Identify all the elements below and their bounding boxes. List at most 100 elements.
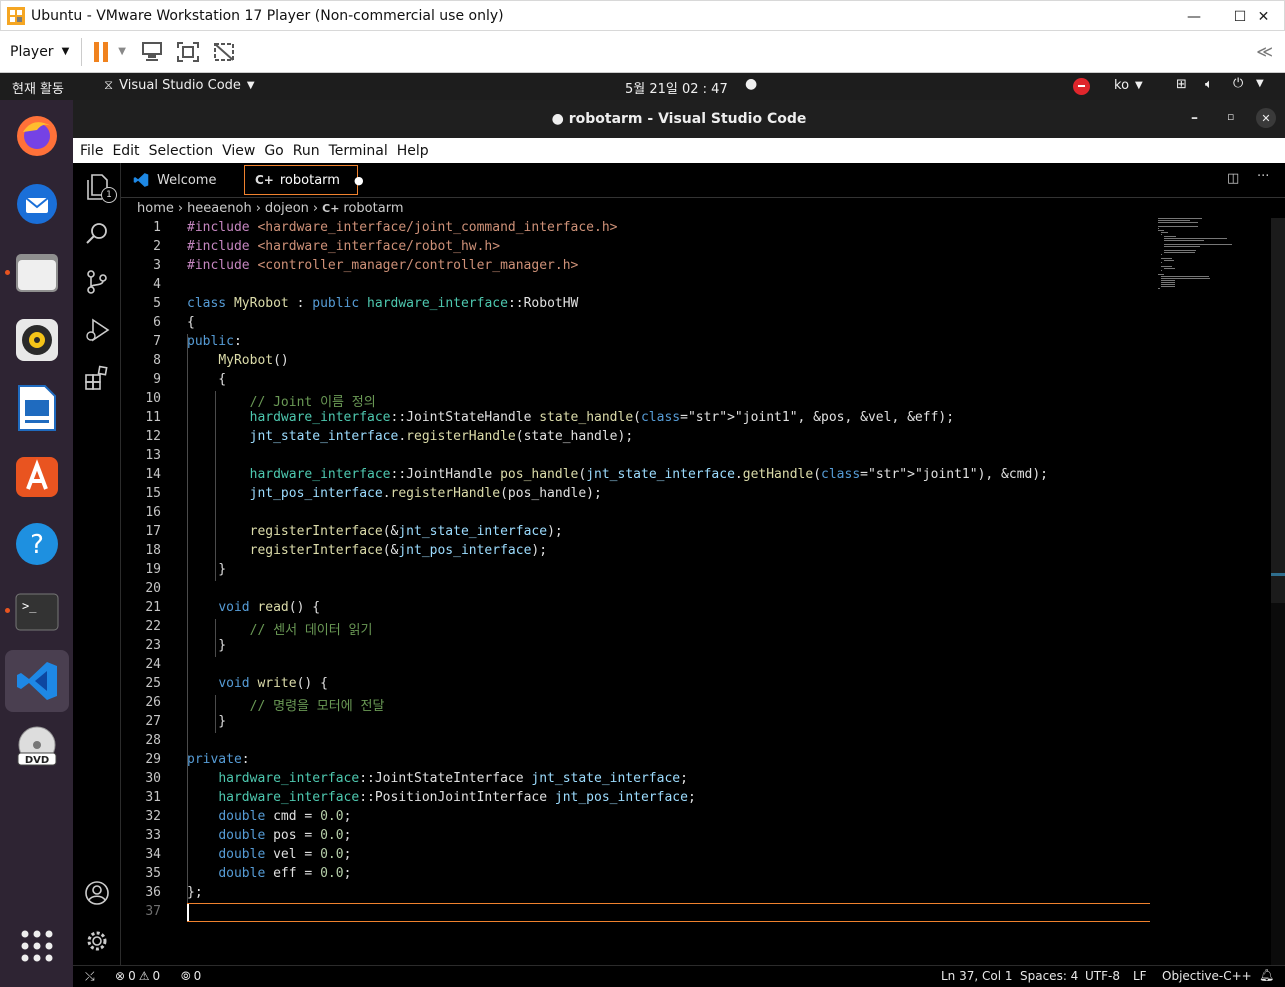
code-line[interactable]: }; bbox=[187, 885, 203, 900]
volume-icon[interactable]: 🔈︎ bbox=[1205, 77, 1213, 92]
vscode-maximize-icon[interactable]: ▫ bbox=[1227, 110, 1234, 123]
menu-help[interactable]: Help bbox=[397, 143, 429, 159]
files-icon[interactable] bbox=[9, 244, 64, 299]
code-line[interactable]: double vel = 0.0; bbox=[187, 847, 351, 862]
vscode-minimize-icon[interactable]: – bbox=[1191, 110, 1198, 126]
manage-gear-icon[interactable] bbox=[83, 927, 111, 955]
run-debug-icon[interactable] bbox=[83, 316, 111, 344]
explorer-icon[interactable]: 1 bbox=[83, 173, 117, 203]
minimap[interactable] bbox=[1158, 218, 1233, 293]
code-line[interactable]: hardware_interface::JointStateInterface … bbox=[187, 771, 688, 786]
notifications-bell-icon[interactable]: 🔔︎ bbox=[1259, 968, 1274, 982]
code-line[interactable]: double cmd = 0.0; bbox=[187, 809, 351, 824]
close-icon[interactable]: ✕ bbox=[1241, 1, 1285, 32]
vscode-close-icon[interactable]: ✕ bbox=[1256, 108, 1276, 128]
menu-selection[interactable]: Selection bbox=[149, 143, 214, 159]
code-line[interactable]: hardware_interface::JointHandle pos_hand… bbox=[187, 467, 1048, 482]
activities-button[interactable]: 현재 활동 bbox=[12, 78, 64, 97]
breadcrumb-dojeon[interactable]: dojeon bbox=[265, 201, 309, 216]
code-line[interactable]: // 명령을 모터에 전달 bbox=[187, 695, 385, 714]
menu-go[interactable]: Go bbox=[264, 143, 283, 159]
more-actions-icon[interactable]: ··· bbox=[1257, 169, 1269, 184]
help-icon[interactable]: ? bbox=[9, 516, 64, 571]
editor-scrollbar[interactable] bbox=[1271, 218, 1285, 965]
show-apps-icon[interactable] bbox=[9, 918, 64, 973]
power-icon[interactable]: ⏻ bbox=[1233, 76, 1243, 91]
encoding[interactable]: UTF-8 bbox=[1085, 969, 1120, 983]
code-line[interactable]: } bbox=[187, 714, 226, 729]
player-menu-button[interactable]: Player ▼ bbox=[10, 44, 69, 60]
language-mode[interactable]: Objective-C++ bbox=[1162, 969, 1252, 983]
minimap-line bbox=[1161, 258, 1172, 259]
tab-robotarm-label: robotarm bbox=[279, 172, 340, 188]
code-line[interactable]: } bbox=[187, 638, 226, 653]
unity-mode-icon[interactable] bbox=[212, 41, 236, 63]
breadcrumb-heeaenoh[interactable]: heeaenoh bbox=[187, 201, 252, 216]
dvd-icon[interactable]: DVD bbox=[9, 720, 64, 775]
cursor-position[interactable]: Ln 37, Col 1 bbox=[941, 969, 1013, 983]
vscode-icon[interactable] bbox=[5, 650, 69, 712]
code-line[interactable]: hardware_interface::JointStateHandle sta… bbox=[187, 410, 954, 425]
split-editor-icon[interactable]: ◫ bbox=[1227, 171, 1239, 186]
minimize-icon[interactable]: — bbox=[1171, 1, 1217, 32]
unsaved-dot-icon[interactable]: ● bbox=[354, 174, 364, 187]
collapse-toolbar-icon[interactable]: ≪ bbox=[1256, 42, 1273, 61]
code-line[interactable]: double pos = 0.0; bbox=[187, 828, 351, 843]
writer-icon[interactable] bbox=[9, 380, 64, 435]
tab-robotarm[interactable]: C+ robotarm ● bbox=[244, 165, 364, 195]
line-number: 34 bbox=[145, 847, 161, 862]
search-icon[interactable] bbox=[83, 220, 111, 248]
indentation[interactable]: Spaces: 4 bbox=[1020, 969, 1078, 983]
indent-guide bbox=[187, 334, 188, 904]
code-line[interactable]: #include <controller_manager/controller_… bbox=[187, 258, 578, 273]
clock[interactable]: 5월 21일 02 : 47 bbox=[625, 78, 728, 97]
source-control-icon[interactable] bbox=[83, 268, 111, 296]
remote-icon[interactable]: ⤯ bbox=[85, 969, 95, 984]
menu-terminal[interactable]: Terminal bbox=[329, 143, 388, 159]
end-of-line[interactable]: LF bbox=[1133, 969, 1147, 983]
code-line[interactable]: } bbox=[187, 562, 226, 577]
thunderbird-icon[interactable] bbox=[9, 176, 64, 231]
code-line[interactable]: void read() { bbox=[187, 600, 320, 615]
menu-view[interactable]: View bbox=[222, 143, 255, 159]
code-line[interactable]: void write() { bbox=[187, 676, 328, 691]
app-center-icon[interactable] bbox=[9, 448, 64, 503]
pause-button[interactable]: ▼ bbox=[92, 41, 126, 63]
breadcrumb-home[interactable]: home bbox=[137, 201, 174, 216]
code-line[interactable]: { bbox=[187, 372, 226, 387]
rhythmbox-icon[interactable] bbox=[9, 312, 64, 367]
code-line[interactable]: public: bbox=[187, 334, 242, 349]
system-menu-arrow-icon[interactable]: ▼ bbox=[1256, 78, 1264, 89]
code-line[interactable]: double eff = 0.0; bbox=[187, 866, 351, 881]
breadcrumb-robotarm[interactable]: robotarm bbox=[343, 201, 403, 216]
accounts-icon[interactable] bbox=[83, 879, 111, 907]
input-method-menu[interactable]: ko ▼ bbox=[1114, 78, 1143, 93]
ports-button[interactable]: ⦾ 0 bbox=[181, 969, 201, 984]
code-line[interactable]: MyRobot() bbox=[187, 353, 288, 368]
firefox-icon[interactable] bbox=[9, 108, 64, 163]
problems-button[interactable]: ⊗ 0 ⚠ 0 bbox=[115, 969, 160, 983]
code-line[interactable]: class MyRobot : public hardware_interfac… bbox=[187, 296, 578, 311]
terminal-icon[interactable]: >_ bbox=[9, 584, 64, 639]
code-editor[interactable]: 1 #include <hardware_interface/joint_comm… bbox=[121, 218, 1271, 965]
tab-welcome[interactable]: Welcome bbox=[121, 163, 242, 197]
code-line[interactable]: #include <hardware_interface/joint_comma… bbox=[187, 220, 617, 235]
code-line[interactable]: private: bbox=[187, 752, 250, 767]
network-icon[interactable]: ⊞ bbox=[1176, 77, 1187, 92]
line-number: 22 bbox=[145, 619, 161, 634]
send-ctrl-alt-del-icon[interactable] bbox=[140, 41, 164, 63]
code-line[interactable]: { bbox=[187, 315, 195, 330]
code-line[interactable]: registerInterface(&jnt_pos_interface); bbox=[187, 543, 547, 558]
code-line[interactable]: registerInterface(&jnt_state_interface); bbox=[187, 524, 563, 539]
extensions-icon[interactable] bbox=[83, 364, 111, 392]
menu-file[interactable]: File bbox=[80, 143, 103, 159]
menu-run[interactable]: Run bbox=[293, 143, 320, 159]
code-line[interactable]: #include <hardware_interface/robot_hw.h> bbox=[187, 239, 500, 254]
fullscreen-icon[interactable] bbox=[176, 41, 200, 63]
scrollbar-thumb[interactable] bbox=[1271, 218, 1285, 603]
menu-edit[interactable]: Edit bbox=[112, 143, 139, 159]
code-line[interactable]: jnt_state_interface.registerHandle(state… bbox=[187, 429, 634, 444]
app-menu[interactable]: ⧖ Visual Studio Code ▼ bbox=[104, 78, 255, 93]
code-line[interactable]: jnt_pos_interface.registerHandle(pos_han… bbox=[187, 486, 602, 501]
code-line[interactable]: hardware_interface::PositionJointInterfa… bbox=[187, 790, 695, 805]
